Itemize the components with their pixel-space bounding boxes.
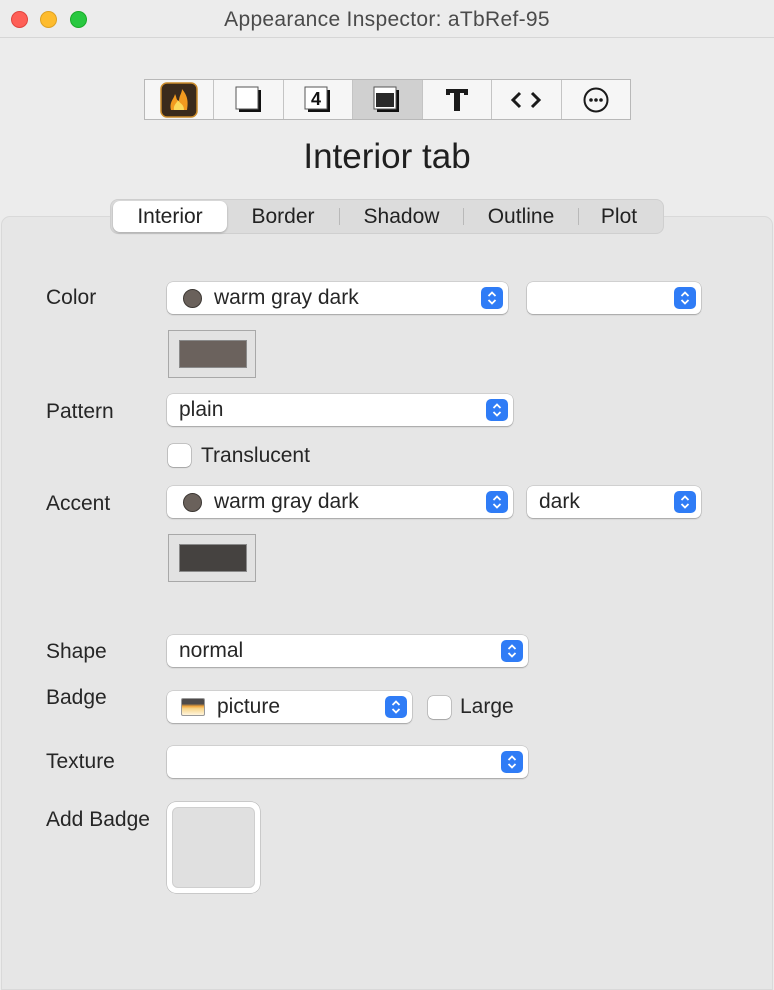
accent-modifier-value: dark (539, 490, 580, 513)
pattern-label: Pattern (46, 400, 114, 423)
chevron-updown-icon (501, 751, 523, 773)
chevron-updown-icon (486, 399, 508, 421)
translucent-checkbox[interactable] (168, 444, 191, 467)
color-dot-icon (183, 288, 202, 308)
color-swatch-well[interactable] (168, 330, 256, 378)
flame-app-icon (160, 81, 198, 118)
color-modifier-popup[interactable] (527, 282, 701, 314)
chevron-updown-icon (674, 287, 696, 309)
tab-label: Plot (600, 204, 638, 228)
add-badge-label: Add Badge (46, 808, 150, 831)
pattern-popup[interactable]: plain (167, 394, 513, 426)
badge-popup[interactable]: picture (167, 691, 412, 723)
picture-icon (181, 698, 205, 716)
interior-shading-icon (370, 84, 404, 116)
color-value: warm gray dark (214, 286, 359, 309)
appearance-inspector-window: Appearance Inspector: aTbRef-95 4 Interi… (0, 0, 774, 990)
toolbar-text-button[interactable] (422, 80, 493, 119)
add-badge-drop-area (172, 807, 255, 888)
toolbar-general-button[interactable] (145, 80, 215, 119)
chevron-updown-icon (674, 491, 696, 513)
segmented-tab-bar: Interior Border Shadow Outline Plot (110, 199, 664, 234)
tab-label: Outline (487, 204, 555, 228)
title-bar[interactable]: Appearance Inspector: aTbRef-95 (0, 0, 774, 38)
shape-popup[interactable]: normal (167, 635, 528, 667)
number-badge-icon: 4 (301, 84, 335, 116)
accent-dot-icon (183, 492, 202, 512)
toolbar-code-button[interactable] (492, 80, 562, 119)
color-popup[interactable]: warm gray dark (167, 282, 508, 314)
toolbar-more-button[interactable] (561, 80, 630, 119)
shape-label: Shape (46, 640, 107, 663)
tab-interior[interactable]: Interior (113, 201, 227, 232)
toolbar-interior-button[interactable] (353, 80, 423, 119)
texture-label: Texture (46, 750, 115, 773)
note-shape-icon (232, 84, 266, 116)
tab-border[interactable]: Border (227, 201, 339, 232)
badge-label: Badge (46, 686, 107, 709)
chevron-updown-icon (481, 287, 503, 309)
large-badge-checkbox[interactable] (428, 696, 451, 719)
accent-swatch-well[interactable] (168, 534, 256, 582)
toolbar-badge-button[interactable]: 4 (283, 80, 354, 119)
add-badge-image-well[interactable] (167, 802, 260, 893)
tab-label: Interior (137, 204, 203, 228)
code-icon (509, 88, 543, 112)
texture-popup[interactable] (167, 746, 528, 778)
svg-text:4: 4 (311, 89, 321, 109)
accent-value: warm gray dark (214, 490, 359, 513)
more-icon (581, 85, 611, 115)
tab-label: Border (251, 204, 315, 228)
chevron-updown-icon (385, 696, 407, 718)
pattern-value: plain (179, 398, 224, 421)
color-label: Color (46, 286, 97, 309)
accent-modifier-popup[interactable]: dark (527, 486, 701, 518)
window-title: Appearance Inspector: aTbRef-95 (224, 8, 550, 31)
shape-value: normal (179, 639, 244, 662)
accent-popup[interactable]: warm gray dark (167, 486, 513, 518)
badge-value: picture (217, 695, 281, 718)
tab-label: Shadow (363, 204, 440, 228)
inspector-toolbar: 4 (144, 79, 631, 120)
chevron-updown-icon (501, 640, 523, 662)
accent-swatch (179, 544, 247, 572)
color-swatch (179, 340, 247, 368)
accent-label: Accent (46, 492, 111, 515)
tab-shadow[interactable]: Shadow (340, 201, 463, 232)
chevron-updown-icon (486, 491, 508, 513)
text-icon (442, 85, 472, 115)
pane-heading: Interior tab (303, 137, 471, 176)
tab-plot[interactable]: Plot (579, 201, 659, 232)
content-panel (1, 216, 773, 990)
translucent-label: Translucent (201, 444, 310, 467)
tab-outline[interactable]: Outline (464, 201, 578, 232)
large-badge-label: Large (460, 695, 514, 718)
toolbar-appearance-button[interactable] (214, 80, 284, 119)
